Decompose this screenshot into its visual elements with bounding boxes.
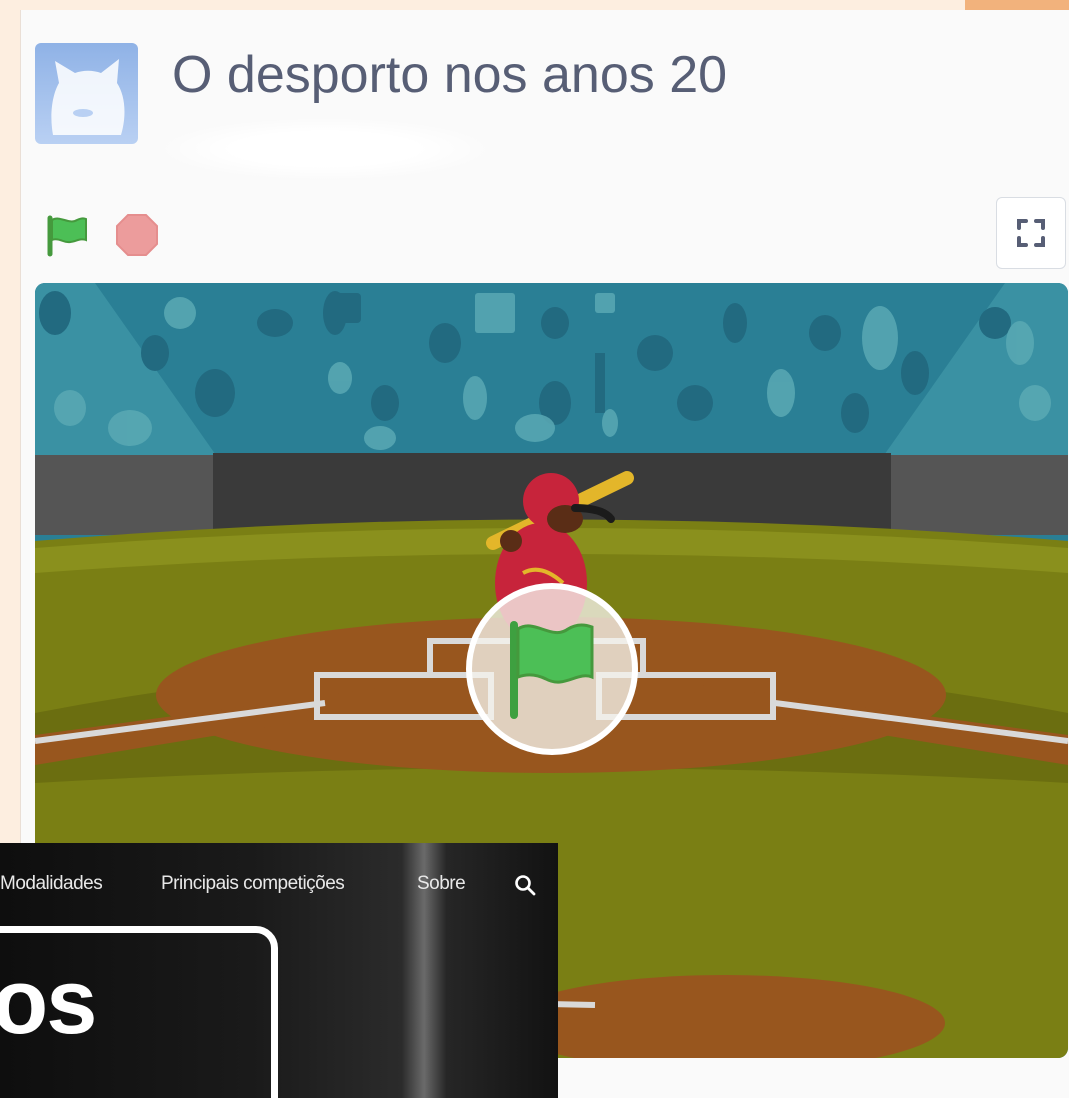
- cat-icon: [51, 59, 125, 135]
- user-avatar[interactable]: [35, 43, 138, 144]
- nav-link-principais-competicoes[interactable]: Principais competições: [161, 873, 345, 895]
- search-icon: [515, 875, 536, 896]
- nav-link-modalidades[interactable]: Modalidades: [0, 873, 103, 895]
- nav-link-sobre[interactable]: Sobre: [417, 873, 466, 895]
- search-button[interactable]: [513, 873, 537, 897]
- website-screenshot-overlay: Modalidades Principais competições Sobre…: [0, 843, 558, 1098]
- stop-sign-icon: [116, 214, 158, 256]
- green-flag-icon: [510, 621, 594, 719]
- project-title: O desporto nos anos 20: [172, 46, 728, 104]
- start-project-button[interactable]: [466, 583, 638, 755]
- stop-button[interactable]: [114, 212, 160, 258]
- fullscreen-icon: [1017, 219, 1045, 247]
- green-flag-icon: [47, 215, 87, 257]
- top-orange-tab: [965, 0, 1069, 10]
- fullscreen-button[interactable]: [996, 197, 1066, 269]
- green-flag-button[interactable]: [45, 212, 91, 258]
- hero-heading-fragment: os: [0, 951, 97, 1053]
- blurred-region: [160, 118, 490, 180]
